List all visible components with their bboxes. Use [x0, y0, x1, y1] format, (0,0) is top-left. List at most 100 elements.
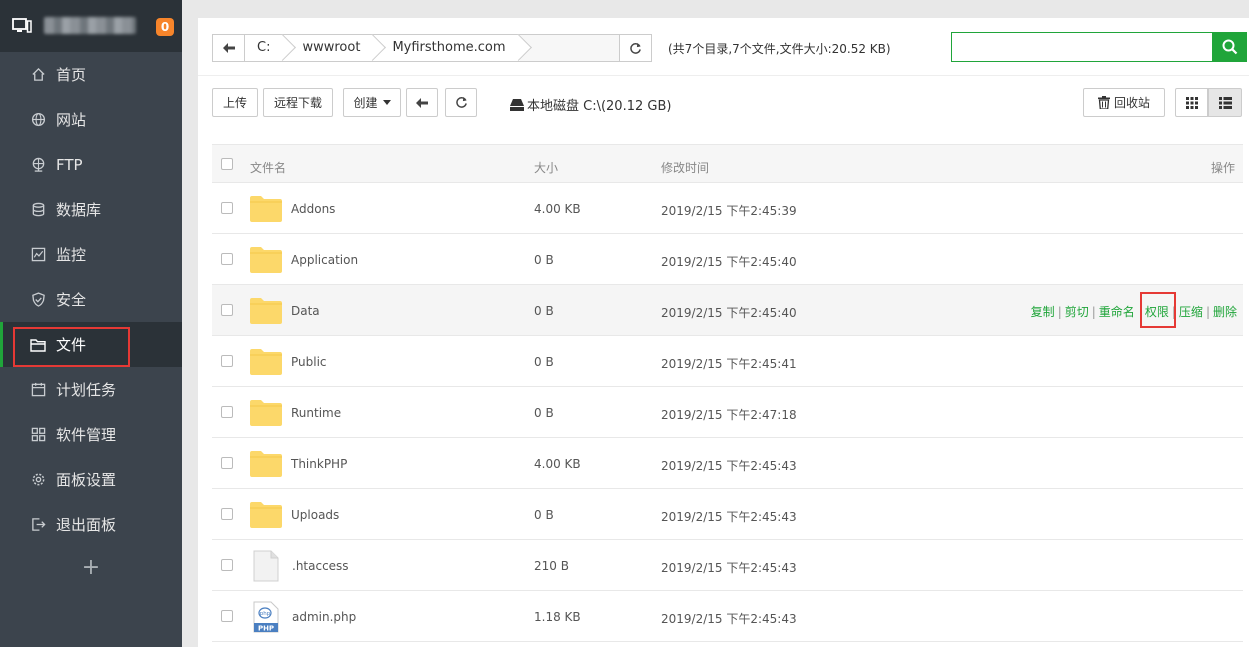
- sidebar-item-label: FTP: [56, 155, 83, 174]
- create-dropdown-button[interactable]: 创建: [343, 88, 401, 117]
- table-row[interactable]: Application 0 B 2019/2/15 下午2:45:40: [212, 234, 1243, 285]
- table-row[interactable]: Public 0 B 2019/2/15 下午2:45:41: [212, 336, 1243, 387]
- arrow-left-icon: [222, 43, 235, 53]
- recycle-label: 回收站: [1113, 96, 1150, 110]
- notification-badge[interactable]: 0: [156, 18, 174, 36]
- file-name-cell[interactable]: php PHP admin.php: [250, 591, 356, 642]
- list-view-button[interactable]: [1208, 88, 1242, 117]
- row-actions: 复制|剪切|重命名|权限|压缩|删除: [1031, 303, 1237, 320]
- file-size: 210 B: [534, 559, 569, 573]
- remote-download-button[interactable]: 远程下载: [263, 88, 333, 117]
- row-checkbox[interactable]: [221, 610, 233, 622]
- sidebar-item-home[interactable]: 首页: [0, 52, 182, 97]
- path-input[interactable]: C: wwwroot Myfirsthome.com: [212, 34, 652, 62]
- sidebar-item-grid[interactable]: 软件管理: [0, 412, 182, 457]
- file-name: Data: [291, 303, 320, 318]
- grid-view-button[interactable]: [1175, 88, 1208, 117]
- action-cut-link[interactable]: 剪切: [1065, 305, 1089, 319]
- header-size[interactable]: 大小: [534, 159, 558, 176]
- highlight-box-files: [13, 327, 130, 367]
- sidebar-item-calendar[interactable]: 计划任务: [0, 367, 182, 412]
- row-checkbox[interactable]: [221, 457, 233, 469]
- table-row[interactable]: .htaccess 210 B 2019/2/15 下午2:45:43: [212, 540, 1243, 591]
- grid-view-icon: [1185, 96, 1198, 109]
- sidebar-item-ftp[interactable]: FTP: [0, 142, 182, 187]
- file-size: 4.00 KB: [534, 202, 581, 216]
- select-all-checkbox[interactable]: [221, 158, 233, 170]
- table-row[interactable]: Data 0 B 2019/2/15 下午2:45:40 复制|剪切|重命名|权限|压…: [212, 285, 1243, 336]
- path-refresh-button[interactable]: [619, 35, 651, 61]
- table-header: 文件名 大小 修改时间 操作: [212, 144, 1243, 183]
- search-input[interactable]: [951, 32, 1213, 62]
- file-size: 0 B: [534, 304, 554, 318]
- file-name: ThinkPHP: [291, 456, 348, 471]
- action-copy-link[interactable]: 复制: [1031, 305, 1055, 319]
- table-row[interactable]: php PHP admin.php 1.18 KB 2019/2/15 下午2:45:4…: [212, 591, 1243, 642]
- search-button[interactable]: [1213, 32, 1247, 62]
- sidebar-item-gear[interactable]: 面板设置: [0, 457, 182, 502]
- row-checkbox[interactable]: [221, 355, 233, 367]
- directory-summary: (共7个目录,7个文件,文件大小:20.52 KB): [668, 42, 891, 56]
- folder-icon: [250, 195, 282, 222]
- file-name-cell[interactable]: Uploads: [250, 489, 339, 540]
- table-row[interactable]: ThinkPHP 4.00 KB 2019/2/15 下午2:45:43: [212, 438, 1243, 489]
- header-time[interactable]: 修改时间: [661, 159, 709, 176]
- sidebar-item-globe[interactable]: 网站: [0, 97, 182, 142]
- file-name-cell[interactable]: Data: [250, 285, 320, 336]
- home-icon: [30, 67, 46, 83]
- table-row[interactable]: Runtime 0 B 2019/2/15 下午2:47:18: [212, 387, 1243, 438]
- file-mtime: 2019/2/15 下午2:45:43: [661, 510, 797, 524]
- path-back-button[interactable]: [213, 35, 245, 61]
- table-row[interactable]: Addons 4.00 KB 2019/2/15 下午2:45:39: [212, 183, 1243, 234]
- action-separator: |: [1205, 305, 1210, 319]
- row-checkbox[interactable]: [221, 202, 233, 214]
- file-name-cell[interactable]: Application: [250, 234, 358, 285]
- action-rename-link[interactable]: 重命名: [1099, 305, 1135, 319]
- table-row[interactable]: Uploads 0 B 2019/2/15 下午2:45:43: [212, 489, 1243, 540]
- upload-button[interactable]: 上传: [212, 88, 258, 117]
- row-checkbox[interactable]: [221, 406, 233, 418]
- file-name-cell[interactable]: ThinkPHP: [250, 438, 347, 489]
- monitor-chart-icon: [30, 247, 46, 263]
- add-icon[interactable]: +: [0, 547, 182, 587]
- row-checkbox[interactable]: [221, 559, 233, 571]
- list-view-icon: [1218, 96, 1232, 109]
- hard-disk-icon: [510, 98, 524, 111]
- row-checkbox[interactable]: [221, 304, 233, 316]
- breadcrumb-empty-area[interactable]: [519, 35, 619, 61]
- recycle-bin-button[interactable]: 回收站: [1083, 88, 1165, 117]
- caret-down-icon: [382, 100, 391, 105]
- disk-selector[interactable]: 本地磁盘 C:\(20.12 GB): [510, 95, 671, 114]
- row-checkbox[interactable]: [221, 508, 233, 520]
- file-name-cell[interactable]: Public: [250, 336, 327, 387]
- sidebar-item-logout[interactable]: 退出面板: [0, 502, 182, 547]
- header-name[interactable]: 文件名: [250, 159, 286, 176]
- file-name-cell[interactable]: Runtime: [250, 387, 341, 438]
- back-button[interactable]: [406, 88, 438, 117]
- file-mtime: 2019/2/15 下午2:47:18: [661, 408, 797, 422]
- file-mtime: 2019/2/15 下午2:45:41: [661, 357, 797, 371]
- breadcrumb-drive[interactable]: C:: [245, 35, 285, 61]
- create-label: 创建: [353, 96, 378, 110]
- file-name: Addons: [291, 201, 336, 216]
- sidebar-item-label: 首页: [56, 66, 87, 84]
- ftp-icon: [30, 157, 46, 173]
- breadcrumb-site[interactable]: Myfirsthome.com: [374, 35, 520, 61]
- refresh-button[interactable]: [445, 88, 477, 117]
- file-name-cell[interactable]: Addons: [250, 183, 335, 234]
- sidebar-item-database[interactable]: 数据库: [0, 187, 182, 232]
- sidebar-item-label: 网站: [56, 111, 87, 129]
- refresh-icon: [455, 96, 467, 108]
- globe-icon: [30, 112, 46, 128]
- sidebar-item-shield[interactable]: 安全: [0, 277, 182, 322]
- sidebar-item-monitor-chart[interactable]: 监控: [0, 232, 182, 277]
- folder-icon: [250, 246, 282, 273]
- action-compress-link[interactable]: 压缩: [1179, 305, 1203, 319]
- breadcrumb-wwwroot[interactable]: wwwroot: [284, 35, 375, 61]
- row-checkbox[interactable]: [221, 253, 233, 265]
- monitor-icon: [12, 18, 32, 33]
- file-name-cell[interactable]: .htaccess: [250, 540, 349, 591]
- action-delete-link[interactable]: 删除: [1213, 305, 1237, 319]
- nav-list: 首页 网站 FTP 数据库 监控 安全 文件 计划任务 软件管理 面板设置 退出面板: [0, 52, 182, 547]
- sidebar-item-label: 计划任务: [56, 381, 117, 399]
